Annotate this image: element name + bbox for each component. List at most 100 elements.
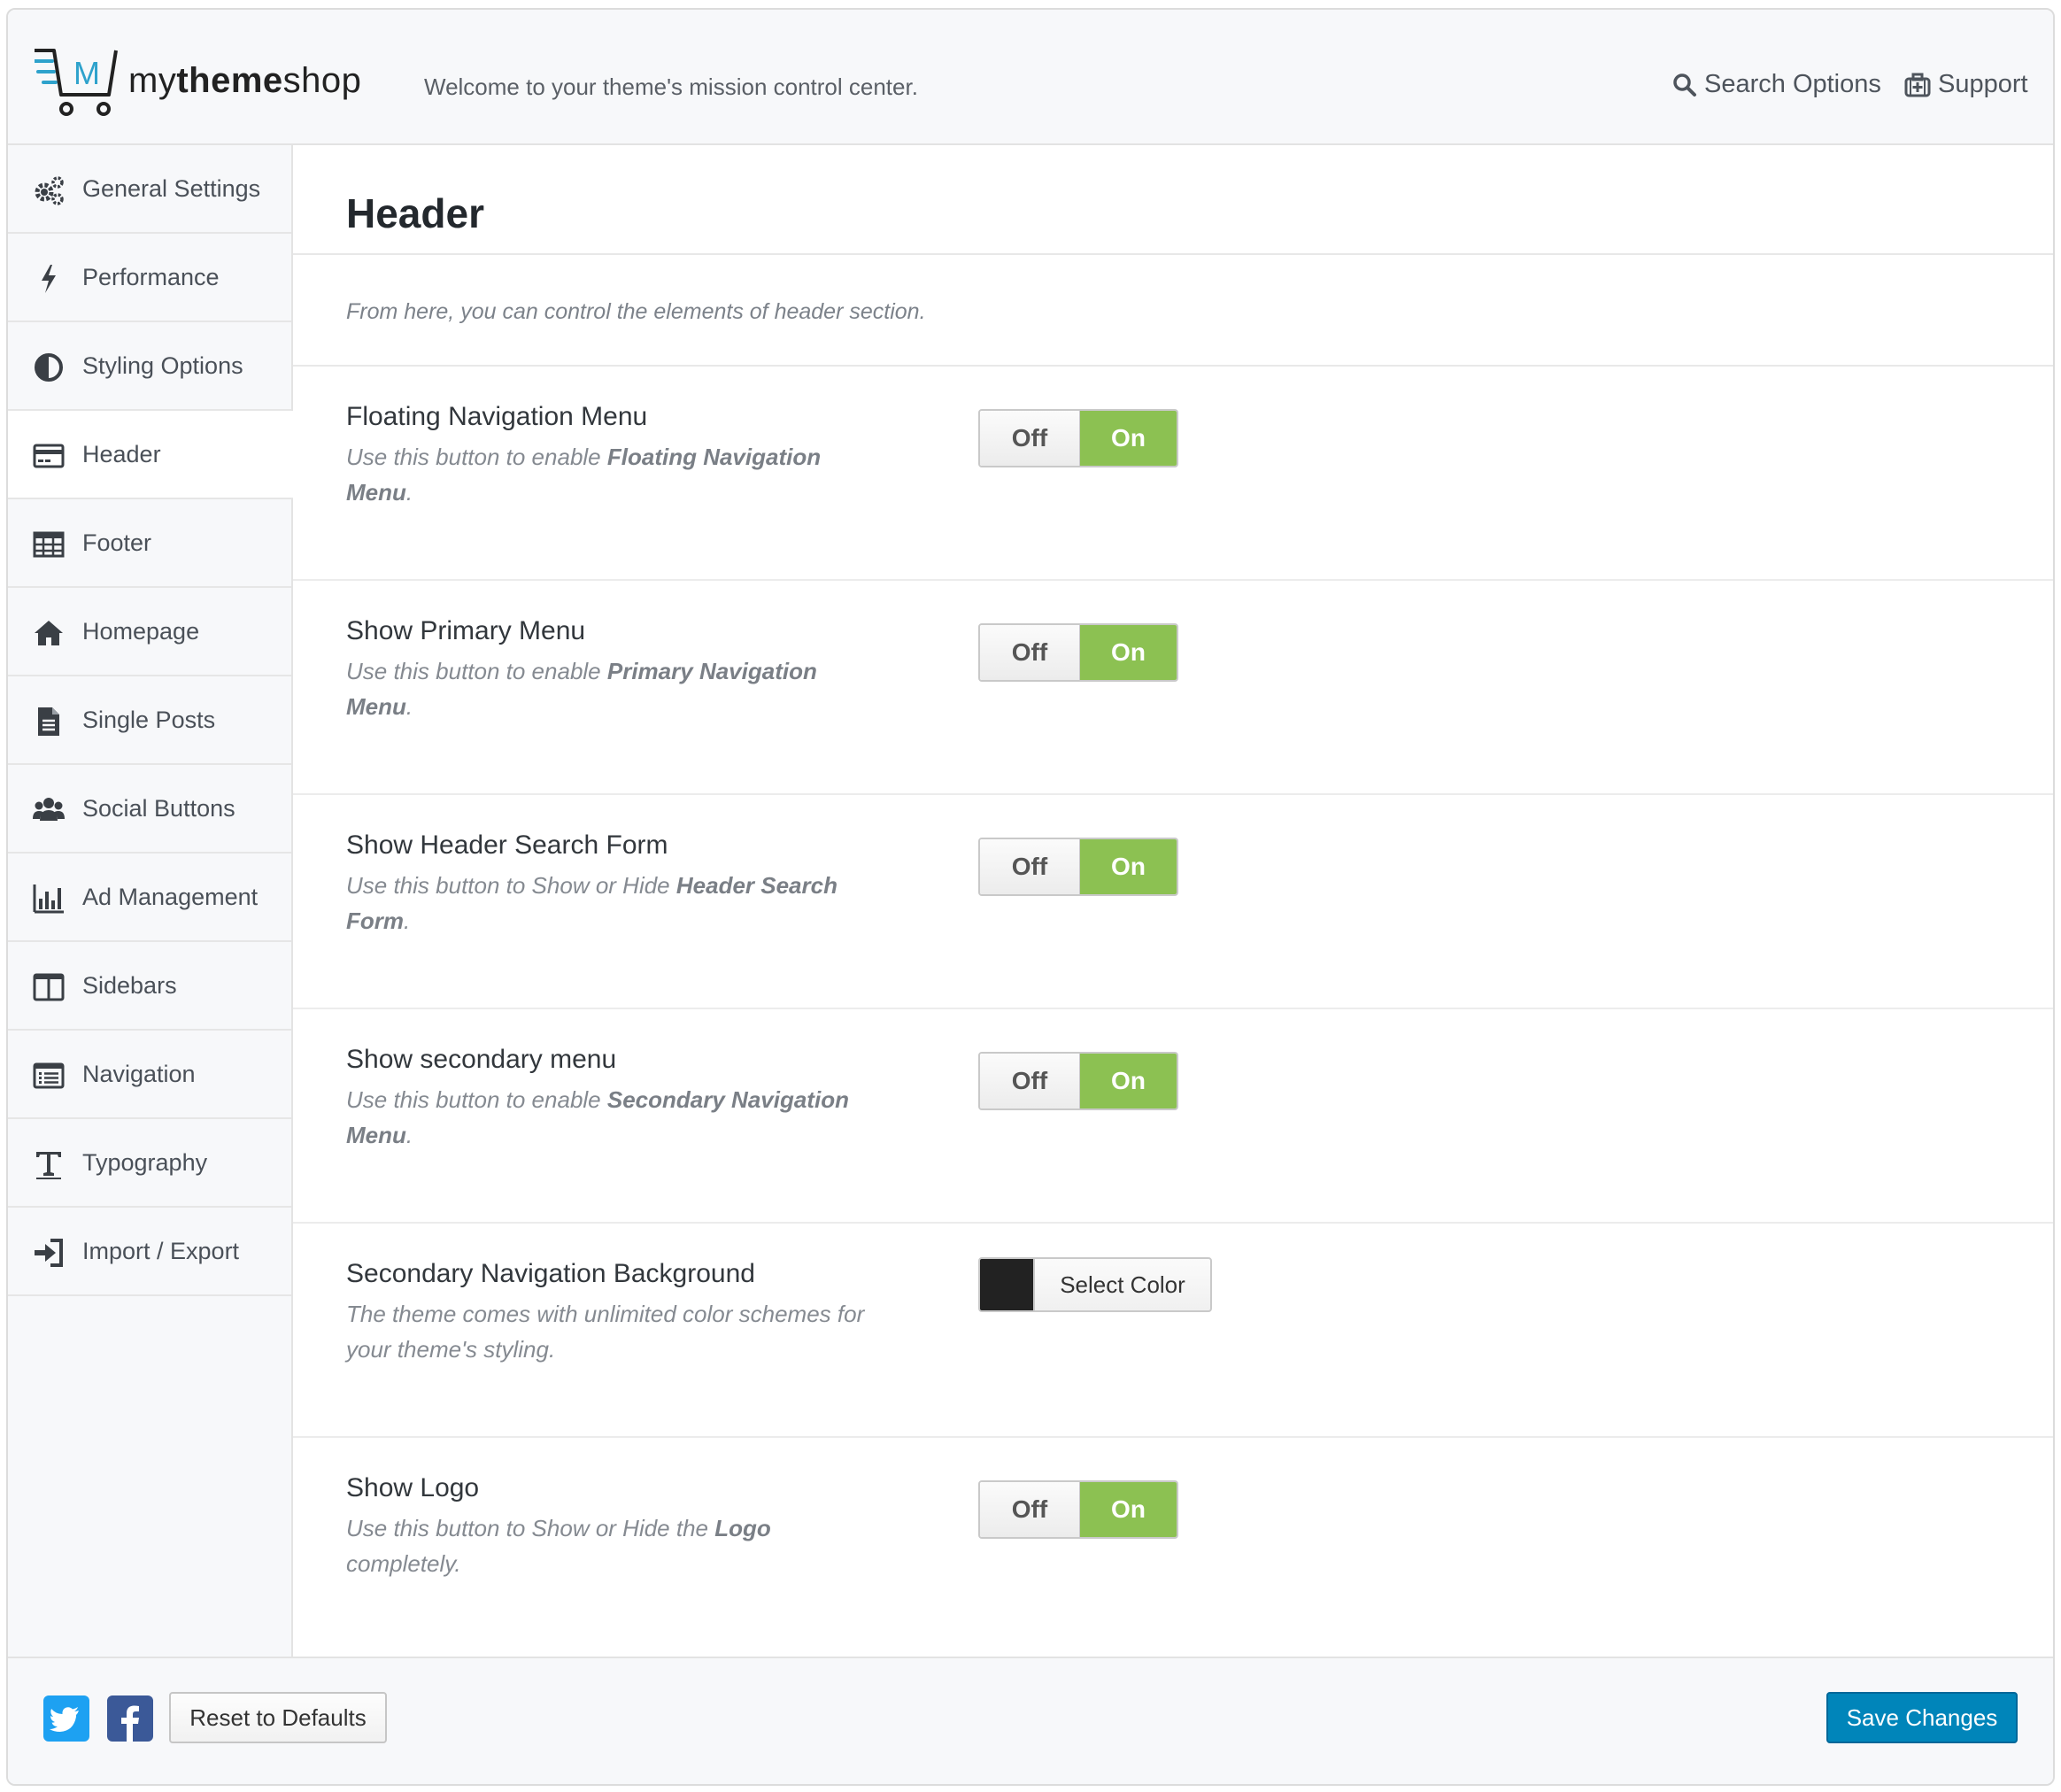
text-height-icon [36, 1152, 61, 1179]
option-show-logo: Show Logo Use this button to Show or Hid… [293, 1438, 2053, 1652]
page-title: Header [346, 190, 484, 236]
sidebar-item-import-export[interactable]: Import / Export [8, 1208, 291, 1296]
option-title: Show Primary Menu [346, 616, 586, 645]
sidebar-item-label: Homepage [82, 617, 200, 645]
facebook-button[interactable] [107, 1695, 153, 1742]
switch-on-button[interactable]: On [1080, 1054, 1177, 1108]
switch-on-button[interactable]: On [1080, 839, 1177, 894]
option-floating-navigation-menu: Floating Navigation Menu Use this button… [293, 367, 2053, 581]
option-show-secondary-menu: Show secondary menu Use this button to e… [293, 1009, 2053, 1224]
option-description: The theme comes with unlimited color sch… [346, 1301, 865, 1363]
option-description: Use this button to enable Floating Navig… [346, 444, 822, 506]
switch-on-button[interactable]: On [1080, 1482, 1177, 1537]
sidebar-item-footer[interactable]: Footer [8, 499, 291, 588]
sidebar-item-label: Single Posts [82, 706, 216, 733]
users-icon [33, 798, 65, 821]
header-tagline: Welcome to your theme's mission control … [424, 73, 918, 100]
switch-off-button[interactable]: Off [980, 839, 1080, 894]
on-off-switch[interactable]: Off On [978, 1052, 1178, 1110]
twitter-button[interactable] [43, 1695, 89, 1742]
option-description: Use this button to enable Secondary Navi… [346, 1086, 849, 1148]
color-picker-button[interactable]: Select Color [978, 1257, 1212, 1312]
table-icon [33, 531, 65, 558]
search-options-label: Search Options [1704, 70, 1881, 98]
sidebar-item-label: Header [82, 440, 161, 467]
support-label: Support [1938, 70, 2028, 98]
option-show-header-search-form: Show Header Search Form Use this button … [293, 795, 2053, 1009]
sidebar-item-styling-options[interactable]: Styling Options [8, 322, 291, 411]
switch-off-button[interactable]: Off [980, 1482, 1080, 1537]
bolt-icon [42, 265, 56, 293]
sidebar-item-label: Navigation [82, 1060, 196, 1087]
sidebar-item-label: Sidebars [82, 971, 177, 999]
color-swatch[interactable] [980, 1259, 1035, 1310]
option-description: Use this button to Show or Hide Header S… [346, 872, 838, 934]
options-panel: M mythemeshop Welcome to your theme's mi… [6, 8, 2055, 1786]
save-changes-button[interactable]: Save Changes [1826, 1692, 2018, 1743]
home-icon [35, 621, 63, 645]
top-header: M mythemeshop Welcome to your theme's mi… [8, 10, 2053, 145]
contrast-icon [35, 353, 63, 382]
switch-off-button[interactable]: Off [980, 1054, 1080, 1108]
cart-logo-icon: M [35, 49, 118, 116]
sidebar-nav: General Settings Performance Styling Opt… [8, 145, 293, 1657]
bar-chart-icon [33, 884, 64, 914]
option-title: Show Logo [346, 1473, 480, 1502]
logo-letter: M [73, 55, 100, 91]
sidebar-item-performance[interactable]: Performance [8, 234, 291, 322]
sidebar-item-typography[interactable]: Typography [8, 1119, 291, 1208]
option-show-primary-menu: Show Primary Menu Use this button to ena… [293, 581, 2053, 795]
on-off-switch[interactable]: Off On [978, 623, 1178, 682]
option-title: Show secondary menu [346, 1045, 617, 1074]
search-icon [1673, 73, 1696, 97]
divider [293, 253, 2053, 255]
select-color-label: Select Color [1060, 1271, 1185, 1298]
on-off-switch[interactable]: Off On [978, 838, 1178, 896]
switch-off-button[interactable]: Off [980, 625, 1080, 680]
gears-icon [35, 176, 64, 205]
twitter-icon [50, 1707, 79, 1732]
sidebar-item-label: General Settings [82, 174, 261, 202]
on-off-switch[interactable]: Off On [978, 409, 1178, 467]
sidebar-item-social-buttons[interactable]: Social Buttons [8, 765, 291, 854]
sidebar-item-label: Styling Options [82, 351, 243, 379]
sidebar-item-label: Social Buttons [82, 794, 235, 822]
sidebar-item-label: Performance [82, 263, 220, 290]
sidebar-item-label: Ad Management [82, 883, 259, 910]
main-content: Header From here, you can control the el… [293, 145, 2053, 1657]
switch-on-button[interactable]: On [1080, 625, 1177, 680]
search-options-link[interactable]: Search Options [1672, 70, 1881, 99]
footer-bar: Reset to Defaults Save Changes [8, 1657, 2053, 1784]
sidebar-item-label: Import / Export [82, 1237, 240, 1264]
option-title: Secondary Navigation Background [346, 1259, 755, 1288]
credit-card-icon [33, 444, 65, 468]
option-description: Use this button to Show or Hide the Logo… [346, 1515, 771, 1577]
sidebar-item-single-posts[interactable]: Single Posts [8, 676, 291, 765]
file-text-icon [38, 707, 59, 736]
switch-on-button[interactable]: On [1080, 411, 1177, 466]
columns-icon [33, 973, 65, 1001]
reset-to-defaults-button[interactable]: Reset to Defaults [169, 1692, 387, 1743]
option-title: Floating Navigation Menu [346, 402, 648, 431]
sidebar-item-label: Typography [82, 1148, 208, 1176]
medkit-icon [1904, 73, 1931, 97]
brand-name: mythemeshop [128, 61, 362, 100]
option-title: Show Header Search Form [346, 830, 668, 860]
sidebar-item-sidebars[interactable]: Sidebars [8, 942, 291, 1031]
facebook-icon [121, 1705, 139, 1742]
sidebar-item-label: Footer [82, 529, 152, 556]
sidebar-item-general-settings[interactable]: General Settings [8, 145, 291, 234]
sidebar-item-homepage[interactable]: Homepage [8, 588, 291, 676]
brand-logo[interactable]: M mythemeshop [35, 45, 389, 120]
sidebar-item-ad-management[interactable]: Ad Management [8, 854, 291, 942]
sign-in-icon [35, 1239, 63, 1267]
sidebar-item-header[interactable]: Header [8, 411, 293, 499]
list-alt-icon [33, 1062, 65, 1089]
option-description: Use this button to enable Primary Naviga… [346, 658, 817, 720]
option-secondary-navigation-background: Secondary Navigation Background The them… [293, 1224, 2053, 1438]
sidebar-item-navigation[interactable]: Navigation [8, 1031, 291, 1119]
on-off-switch[interactable]: Off On [978, 1480, 1178, 1539]
switch-off-button[interactable]: Off [980, 411, 1080, 466]
section-intro: From here, you can control the elements … [346, 299, 926, 324]
support-link[interactable]: Support [1904, 70, 2028, 99]
